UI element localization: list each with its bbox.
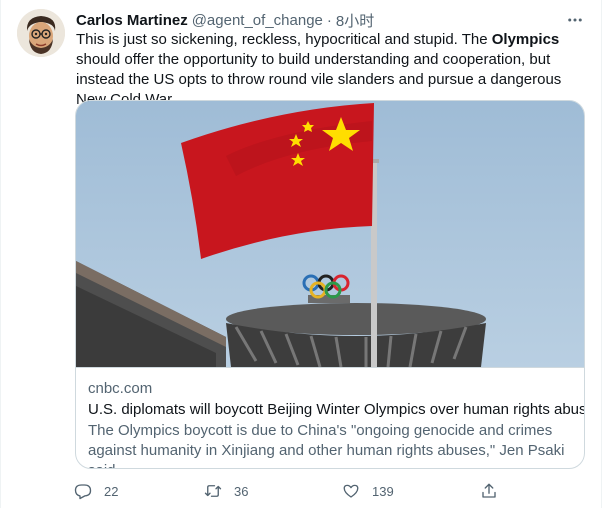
flag-olympics-photo bbox=[76, 101, 584, 367]
heart-icon bbox=[343, 484, 359, 498]
card-image bbox=[76, 101, 584, 367]
author-handle[interactable]: @agent_of_change bbox=[192, 12, 323, 29]
retweet-button[interactable]: 36 bbox=[204, 480, 248, 502]
reply-icon bbox=[74, 484, 92, 500]
link-card[interactable]: cnbc.com U.S. diplomats will boycott Bei… bbox=[75, 100, 585, 469]
card-divider bbox=[76, 367, 584, 368]
card-domain: cnbc.com bbox=[88, 380, 153, 397]
like-button[interactable]: 139 bbox=[342, 480, 394, 502]
separator-dot: · bbox=[326, 11, 332, 29]
share-button[interactable] bbox=[480, 480, 498, 502]
card-description: The Olympics boycott is due to China's "… bbox=[88, 422, 565, 468]
avatar-illustration bbox=[17, 9, 65, 57]
tweet-text-part-1: This is just so sickening, reckless, hyp… bbox=[76, 31, 492, 48]
tweet-time[interactable]: 8小时 bbox=[336, 10, 374, 31]
tweet-text: This is just so sickening, reckless, hyp… bbox=[76, 30, 582, 110]
left-border bbox=[0, 0, 1, 508]
tweet-actions: 22 36 139 bbox=[72, 480, 502, 502]
author-name[interactable]: Carlos Martinez bbox=[76, 12, 188, 29]
reply-button[interactable]: 22 bbox=[74, 480, 118, 502]
more-icon bbox=[568, 18, 582, 22]
reply-count: 22 bbox=[104, 483, 119, 499]
card-title: U.S. diplomats will boycott Beijing Wint… bbox=[88, 401, 585, 418]
share-icon bbox=[482, 483, 496, 498]
more-button[interactable] bbox=[562, 10, 588, 30]
avatar[interactable] bbox=[17, 9, 65, 57]
retweet-icon bbox=[204, 485, 222, 497]
tweet-text-bold-term[interactable]: Olympics bbox=[492, 31, 560, 48]
like-count: 139 bbox=[372, 483, 394, 499]
retweet-count: 36 bbox=[234, 483, 249, 499]
tweet-header: Carlos Martinez @agent_of_change · 8小时 bbox=[76, 10, 374, 30]
